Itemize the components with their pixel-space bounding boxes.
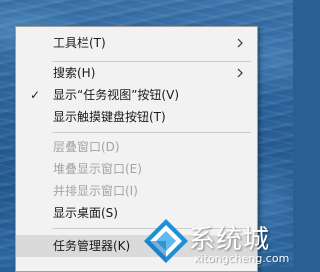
- menu-item-show-touch-keyboard-button[interactable]: 显示触摸键盘按钮(T): [16, 106, 257, 128]
- menu-item-label: 显示触摸键盘按钮(T): [53, 110, 166, 124]
- watermark-url: xitongcheng.com: [194, 252, 290, 265]
- menu-item-label: 并排显示窗口(I): [53, 184, 138, 198]
- menu-item-label: 显示桌面(S): [53, 206, 118, 220]
- menu-item-label: 任务管理器(K): [53, 239, 131, 253]
- menu-item-search[interactable]: 搜索(H): [16, 62, 257, 84]
- watermark-brand: 系统城: [189, 225, 271, 255]
- xitongcheng-watermark: 系统城 xitongcheng.com: [140, 215, 295, 267]
- menu-item-label: 搜索(H): [53, 66, 96, 80]
- chevron-right-icon: [237, 68, 243, 78]
- xitongcheng-logo-icon: [144, 219, 188, 263]
- menu-item-label: 层叠窗口(D): [53, 140, 120, 154]
- menu-item-stack-windows: 堆叠显示窗口(E): [16, 158, 257, 180]
- menu-item-toolbars[interactable]: 工具栏(T): [16, 32, 257, 54]
- menu-item-label: 堆叠显示窗口(E): [53, 162, 142, 176]
- menu-item-cascade-windows: 层叠窗口(D): [16, 136, 257, 158]
- chevron-right-icon: [237, 38, 243, 48]
- menu-separator: [52, 132, 251, 133]
- menu-item-label: 显示“任务视图”按钮(V): [53, 88, 180, 102]
- checkmark-icon: ✓: [30, 88, 41, 102]
- menu-item-label: 工具栏(T): [53, 36, 106, 50]
- menu-item-show-task-view-button[interactable]: ✓ 显示“任务视图”按钮(V): [16, 84, 257, 106]
- menu-item-side-by-side-windows: 并排显示窗口(I): [16, 180, 257, 202]
